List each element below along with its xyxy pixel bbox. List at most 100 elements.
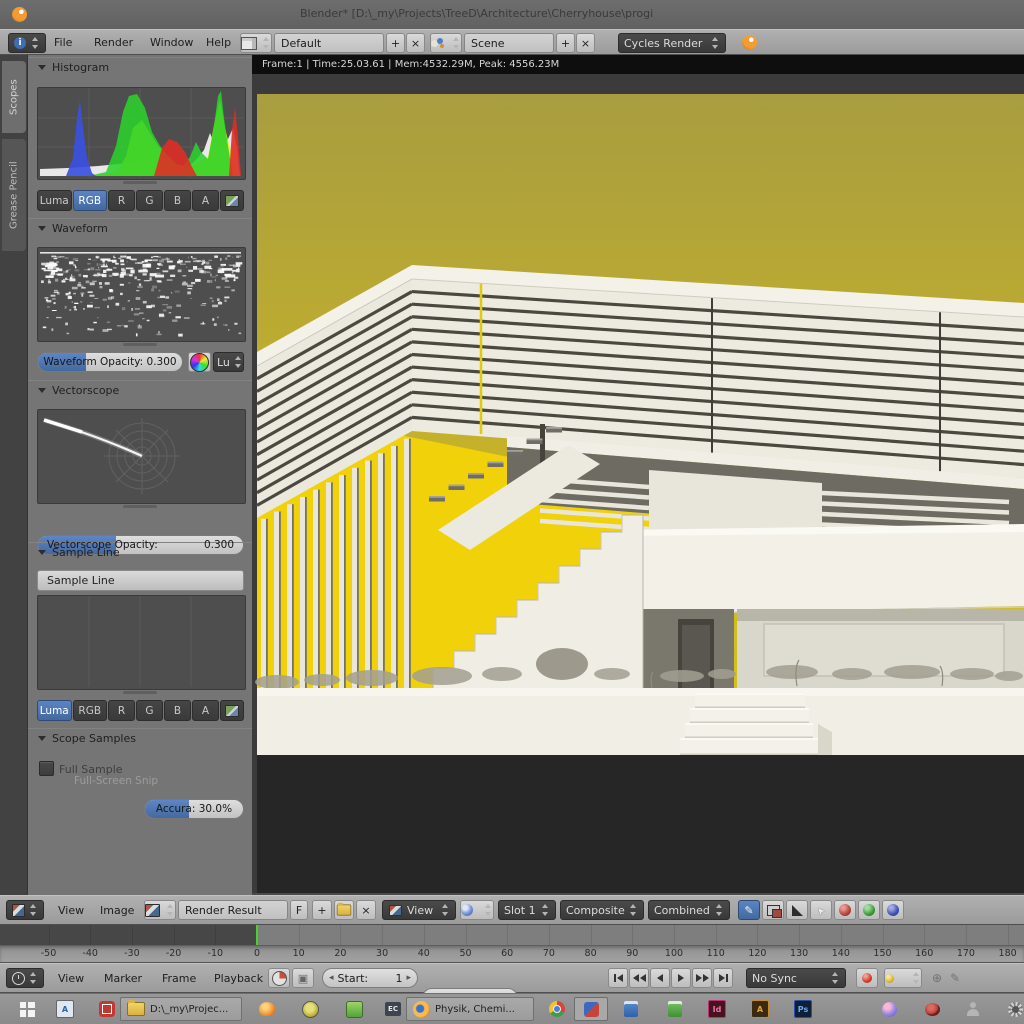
add-layout-button[interactable]: + (386, 33, 405, 53)
app-diamond[interactable] (830, 997, 864, 1021)
curves-button[interactable] (786, 900, 808, 920)
sync-dropdown[interactable]: No Sync (746, 968, 846, 988)
waveform-color-button[interactable] (188, 352, 211, 372)
timeline-track[interactable] (0, 925, 1024, 946)
channel-rgb-button[interactable]: RGB (73, 190, 108, 211)
channel-rgb-button[interactable]: RGB (73, 700, 108, 721)
menu-render[interactable]: Render (94, 36, 133, 49)
decrement-arrow-icon[interactable]: ◂ (329, 973, 334, 983)
auto-keyframe-button[interactable] (884, 968, 922, 988)
timeline-ruler[interactable]: -50-40-30-20-100102030405060708090100110… (0, 946, 1024, 963)
app-ps[interactable]: Ps (786, 997, 820, 1021)
green-channel-button[interactable] (858, 900, 880, 920)
menu-tl-view[interactable]: View (58, 972, 84, 985)
scene-browse-button[interactable] (430, 33, 462, 53)
frame-start-field[interactable]: ◂ Start: 1 ▸ (322, 968, 418, 988)
pause-preview-toggle[interactable]: ▣ (292, 968, 314, 988)
accuracy-slider[interactable]: Accura: 30.0% (144, 799, 244, 819)
menu-tl-playback[interactable]: Playback (214, 972, 263, 985)
app-orange[interactable] (250, 997, 284, 1021)
histogram-resize-grip[interactable] (123, 181, 157, 184)
capture-app[interactable] (574, 997, 608, 1021)
render-pass-dropdown[interactable]: Combined (648, 900, 730, 920)
current-frame-line[interactable] (256, 925, 258, 945)
doc-green[interactable] (658, 997, 692, 1021)
histogram-panel-header[interactable]: Histogram (28, 57, 252, 76)
channel-r-button[interactable]: R (108, 190, 135, 211)
sample-line-button[interactable]: Sample Line (37, 570, 244, 591)
image-datablock-field[interactable]: Render Result (178, 900, 288, 920)
blue-channel-button[interactable] (882, 900, 904, 920)
explorer-task[interactable]: D:\_my\Projec... (120, 997, 242, 1021)
waveform-panel-header[interactable]: Waveform (28, 218, 252, 237)
channel-g-button[interactable]: G (136, 190, 163, 211)
delete-scene-button[interactable]: × (576, 33, 595, 53)
channel-a-button[interactable]: A (192, 700, 219, 721)
channel-luma-button[interactable]: Luma (37, 700, 72, 721)
app-bug[interactable] (915, 997, 949, 1021)
sample-line-resize-grip[interactable] (123, 691, 157, 694)
playback-jump-end-button[interactable] (713, 968, 733, 988)
unlink-image-button[interactable]: × (356, 900, 376, 920)
playback-play-button[interactable] (671, 968, 691, 988)
full-sample-checkbox[interactable] (39, 761, 54, 776)
channel-b-button[interactable]: B (164, 700, 191, 721)
doc-blue[interactable] (614, 997, 648, 1021)
app-ai[interactable]: A (743, 997, 777, 1021)
channel-b-button[interactable]: B (164, 190, 191, 211)
playback-jump-start-button[interactable] (608, 968, 628, 988)
channel-luma-button[interactable]: Luma (37, 190, 72, 211)
playback-next-key-button[interactable] (692, 968, 712, 988)
scope-image-button[interactable] (220, 700, 244, 721)
sample-tool-button[interactable]: ➤ (810, 900, 832, 920)
red-channel-button[interactable] (834, 900, 856, 920)
playback-prev-key-button[interactable] (629, 968, 649, 988)
channel-r-button[interactable]: R (108, 700, 135, 721)
screen-layout-browse-button[interactable] (240, 33, 272, 53)
scope-image-button[interactable] (220, 190, 244, 211)
menu-help[interactable]: Help (206, 36, 231, 49)
media-app[interactable] (90, 997, 124, 1021)
fake-user-button[interactable]: F (290, 900, 308, 920)
add-scene-button[interactable]: + (556, 33, 575, 53)
tab-grease-pencil[interactable]: Grease Pencil (2, 139, 26, 251)
record-button[interactable] (856, 968, 878, 988)
increment-arrow-icon[interactable]: ▸ (406, 973, 411, 983)
mask-mode-button[interactable] (762, 900, 784, 920)
editor-type-info-button[interactable]: i (8, 33, 46, 53)
channel-g-button[interactable]: G (136, 700, 163, 721)
render-layer-dropdown[interactable]: Composite (560, 900, 644, 920)
editor-type-timeline-button[interactable] (6, 968, 44, 988)
image-browse-button[interactable] (144, 900, 176, 920)
view-mode-dropdown[interactable]: View (382, 900, 456, 920)
app-yellow[interactable] (293, 997, 327, 1021)
image-paint-toggle[interactable]: ✎ (738, 900, 760, 920)
app-sphere[interactable] (872, 997, 906, 1021)
playback-play-reverse-button[interactable] (650, 968, 670, 988)
app-id[interactable]: Id (700, 997, 734, 1021)
vectorscope-panel-header[interactable]: Vectorscope (28, 380, 252, 399)
scope-samples-panel-header[interactable]: Scope Samples (28, 728, 252, 747)
screen-layout-field[interactable]: Default (274, 33, 384, 53)
new-image-button[interactable] (334, 900, 354, 920)
keying-pencil-icon[interactable]: ✎ (950, 971, 960, 985)
waveform-mode-dropdown[interactable]: Lu (213, 352, 244, 372)
menu-view[interactable]: View (58, 904, 84, 917)
menu-file[interactable]: File (54, 36, 72, 49)
slot-dropdown[interactable]: Slot 1 (498, 900, 556, 920)
channel-a-button[interactable]: A (192, 190, 219, 211)
render-engine-dropdown[interactable]: Cycles Render (618, 33, 726, 53)
search-app[interactable]: A (48, 997, 82, 1021)
start[interactable] (10, 997, 44, 1021)
vectorscope-resize-grip[interactable] (123, 505, 157, 508)
close-layout-button[interactable]: × (406, 33, 425, 53)
menu-image[interactable]: Image (100, 904, 134, 917)
tab-scopes[interactable]: Scopes (2, 61, 26, 133)
scene-field[interactable]: Scene (464, 33, 554, 53)
menu-tl-marker[interactable]: Marker (104, 972, 142, 985)
menu-window[interactable]: Window (150, 36, 193, 49)
app-ec[interactable]: EC (376, 997, 410, 1021)
firefox-task[interactable]: Physik, Chemi... (406, 997, 534, 1021)
pin-button[interactable]: + (312, 900, 332, 920)
app-gear[interactable] (998, 997, 1024, 1021)
